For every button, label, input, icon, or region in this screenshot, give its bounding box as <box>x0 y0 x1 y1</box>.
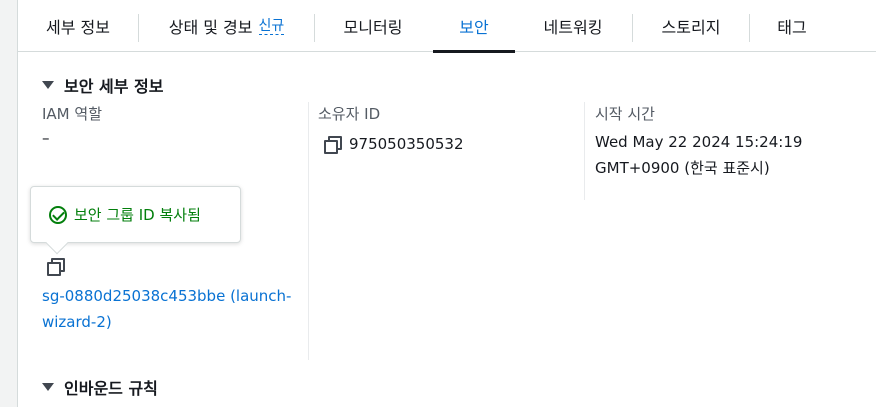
tab-security-label: 보안 <box>459 18 489 37</box>
launch-time-label: 시작 시간 <box>595 105 655 123</box>
iam-role-value: – <box>42 129 50 147</box>
left-rail <box>0 0 18 407</box>
tab-monitoring-label: 모니터링 <box>343 18 403 37</box>
inbound-rules-title: 인바운드 규칙 <box>64 379 158 398</box>
new-badge: 신규 <box>258 17 285 35</box>
column-divider <box>308 102 309 360</box>
popover-text: 보안 그룹 ID 복사됨 <box>74 206 201 224</box>
caret-down-icon <box>42 383 54 391</box>
tab-monitoring[interactable]: 모니터링 <box>315 0 431 52</box>
copy-icon[interactable] <box>323 135 342 154</box>
copied-popover: 보안 그룹 ID 복사됨 <box>30 186 241 255</box>
caret-down-icon <box>42 81 54 89</box>
security-group-link-line1[interactable]: sg-0880d25038c453bbe (launch- <box>42 283 291 309</box>
launch-time-value-line2: GMT+0900 (한국 표준시) <box>595 159 770 177</box>
owner-id-label: 소유자 ID <box>318 105 381 123</box>
security-details-header[interactable]: 보안 세부 정보 <box>42 73 163 97</box>
tab-networking[interactable]: 네트워킹 <box>515 0 631 52</box>
launch-time-field: 시작 시간 Wed May 22 2024 15:24:19 GMT+0900 … <box>595 104 802 181</box>
iam-role-label: IAM 역할 <box>42 105 102 123</box>
tab-tags-label: 태그 <box>777 18 807 37</box>
launch-time-value-line1: Wed May 22 2024 15:24:19 <box>595 133 803 151</box>
tab-storage[interactable]: 스토리지 <box>633 0 749 52</box>
tab-networking-label: 네트워킹 <box>543 18 603 37</box>
check-circle-icon <box>49 205 67 224</box>
tab-status-alarms[interactable]: 상태 및 경보 신규 <box>139 0 314 52</box>
copy-icon[interactable] <box>46 257 65 276</box>
tab-tags[interactable]: 태그 <box>750 0 834 52</box>
tab-security[interactable]: 보안 <box>433 0 515 53</box>
tab-details[interactable]: 세부 정보 <box>18 0 138 52</box>
popover-arrow <box>45 231 69 255</box>
inbound-rules-header[interactable]: 인바운드 규칙 <box>42 375 158 399</box>
tab-storage-label: 스토리지 <box>661 18 721 37</box>
security-group-link[interactable]: sg-0880d25038c453bbe (launch- wizard-2) <box>42 283 291 335</box>
owner-id-row: 975050350532 <box>318 130 464 158</box>
security-details-title: 보안 세부 정보 <box>64 77 164 96</box>
owner-id-field: 소유자 ID 975050350532 <box>318 104 464 158</box>
tab-status-alarms-label: 상태 및 경보 <box>168 18 253 37</box>
security-group-link-line2[interactable]: wizard-2) <box>42 309 291 335</box>
tab-bar: 세부 정보 상태 및 경보 신규 모니터링 보안 네트워킹 스토리지 태그 <box>18 0 876 53</box>
owner-id-value: 975050350532 <box>349 135 464 153</box>
tab-details-label: 세부 정보 <box>46 18 110 37</box>
column-divider <box>584 102 585 200</box>
iam-role-field: IAM 역할 – <box>42 104 102 152</box>
